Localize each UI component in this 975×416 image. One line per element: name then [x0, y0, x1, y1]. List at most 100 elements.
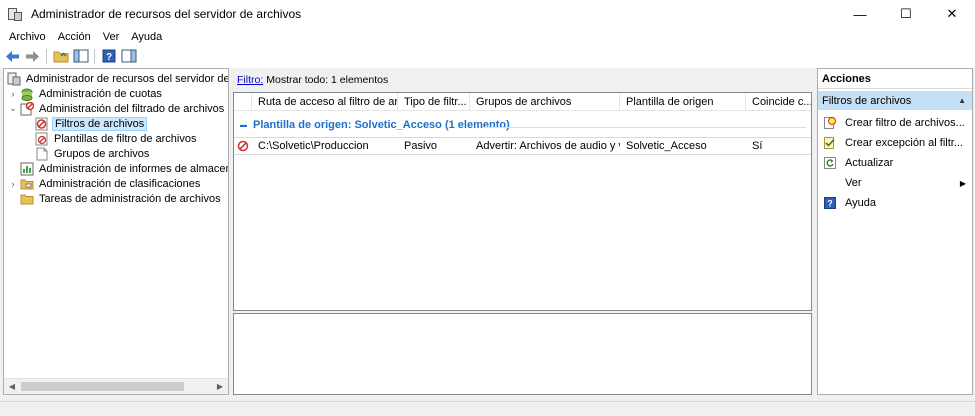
- menu-archivo[interactable]: Archivo: [3, 31, 52, 43]
- action-create-exception[interactable]: Crear excepción al filtr...: [818, 133, 972, 153]
- column-header-source-template[interactable]: Plantilla de origen: [620, 93, 746, 111]
- tree-item-file-screens[interactable]: Filtros de archivos: [33, 116, 148, 131]
- server-icon: [7, 72, 21, 86]
- action-help[interactable]: ? Ayuda: [818, 193, 972, 213]
- actions-title: Acciones: [818, 69, 972, 89]
- expand-chevron-icon[interactable]: ›: [8, 179, 18, 189]
- cell-source-template: Solvetic_Acceso: [626, 140, 707, 152]
- close-button[interactable]: ✕: [929, 0, 975, 28]
- tree-item-file-groups[interactable]: Grupos de archivos: [33, 146, 151, 161]
- tree-item-label: Administración de informes de almacenam: [39, 162, 229, 175]
- show-hide-action-pane-icon[interactable]: [120, 48, 137, 65]
- tree-item-label: Grupos de archivos: [54, 147, 150, 160]
- quota-icon: [20, 87, 34, 101]
- tree-item-label: Filtros de archivos: [52, 116, 148, 131]
- table-row[interactable]: C:\Solvetic\Produccion Pasivo Advertir: …: [234, 137, 811, 155]
- action-label: Ayuda: [845, 197, 876, 209]
- collapse-chevron-icon[interactable]: ⌄: [8, 103, 18, 114]
- group-divider: [484, 127, 806, 128]
- action-view[interactable]: Ver ▶: [818, 173, 972, 193]
- classification-icon: [20, 177, 34, 191]
- tree-item-quota[interactable]: › Administración de cuotas: [8, 86, 164, 101]
- tree-item-file-management-tasks[interactable]: Tareas de administración de archivos: [18, 191, 223, 206]
- minimize-button[interactable]: —: [837, 0, 883, 28]
- action-label: Crear excepción al filtr...: [845, 137, 963, 149]
- filter-bar: Filtro: Mostrar todo: 1 elementos: [232, 72, 388, 88]
- tree-item-file-screening[interactable]: ⌄ Administración del filtrado de archivo…: [8, 101, 226, 116]
- window-controls: — ☐ ✕: [837, 0, 975, 28]
- up-folder-icon[interactable]: [52, 48, 69, 65]
- scrollbar-thumb[interactable]: [21, 382, 184, 391]
- menu-accion[interactable]: Acción: [52, 31, 97, 43]
- filter-link[interactable]: Filtro:: [237, 74, 263, 86]
- create-exception-icon: [824, 137, 836, 149]
- column-headers: Ruta de acceso al filtro de ar... Tipo d…: [234, 93, 811, 111]
- tree-item-label: Administración de clasificaciones: [39, 177, 201, 190]
- scroll-left-icon[interactable]: ◀: [4, 379, 20, 394]
- filter-status: Mostrar todo: 1 elementos: [266, 74, 389, 86]
- svg-text:?: ?: [105, 52, 111, 63]
- window-title: Administrador de recursos del servidor d…: [31, 7, 302, 21]
- status-bar: [0, 401, 975, 416]
- group-collapse-icon[interactable]: ▬: [240, 122, 247, 129]
- action-label: Ver: [845, 177, 862, 189]
- cell-matches: Sí: [752, 140, 763, 152]
- scroll-right-icon[interactable]: ▶: [212, 379, 228, 394]
- group-header-label: Plantilla de origen: Solvetic_Acceso (1 …: [253, 119, 510, 131]
- show-hide-tree-icon[interactable]: [72, 48, 89, 65]
- tree-item-root[interactable]: Administrador de recursos del servidor d…: [5, 71, 229, 86]
- file-screens-icon: [35, 117, 49, 131]
- toolbar-separator: [46, 48, 47, 64]
- back-arrow-icon[interactable]: [4, 48, 21, 65]
- tree-item-screen-templates[interactable]: Plantillas de filtro de archivos: [33, 131, 198, 146]
- help-icon: ?: [824, 197, 836, 209]
- column-header-matches[interactable]: Coincide c...: [746, 93, 811, 111]
- action-refresh[interactable]: Actualizar: [818, 153, 972, 173]
- menu-bar: Archivo Acción Ver Ayuda: [0, 28, 975, 46]
- maximize-button[interactable]: ☐: [883, 0, 929, 28]
- actions-section-label: Filtros de archivos: [822, 94, 912, 107]
- svg-text:?: ?: [827, 199, 833, 209]
- folder-icon: [20, 192, 34, 206]
- tree-item-label: Administración de cuotas: [39, 87, 162, 100]
- expand-chevron-icon[interactable]: ›: [8, 89, 18, 99]
- cell-type: Pasivo: [404, 140, 438, 152]
- action-create-filter[interactable]: Crear filtro de archivos...: [818, 113, 972, 133]
- menu-ayuda[interactable]: Ayuda: [125, 31, 168, 43]
- view-spacer: [824, 177, 836, 189]
- cell-path: C:\Solvetic\Produccion: [258, 140, 369, 152]
- collapse-up-icon[interactable]: ▲: [958, 96, 966, 105]
- column-header-type[interactable]: Tipo de filtr...: [398, 93, 470, 111]
- tree-item-label: Tareas de administración de archivos: [39, 192, 221, 205]
- actions-pane: Acciones Filtros de archivos ▲ Crear fil…: [817, 68, 973, 395]
- group-header[interactable]: ▬ Plantilla de origen: Solvetic_Acceso (…: [240, 119, 510, 131]
- action-label: Actualizar: [845, 157, 894, 169]
- tree-item-label: Plantillas de filtro de archivos: [54, 132, 197, 145]
- column-header-path[interactable]: Ruta de acceso al filtro de ar...: [252, 93, 398, 111]
- help-icon[interactable]: ?: [100, 48, 117, 65]
- menu-ver[interactable]: Ver: [97, 31, 126, 43]
- title-bar: Administrador de recursos del servidor d…: [0, 0, 975, 28]
- file-screen-icon: [20, 101, 35, 116]
- refresh-icon: [824, 157, 836, 169]
- report-icon: [20, 162, 34, 176]
- results-pane: Filtro: Mostrar todo: 1 elementos Ruta d…: [232, 68, 813, 395]
- actions-section-header[interactable]: Filtros de archivos ▲: [818, 91, 972, 110]
- app-icon: [7, 6, 23, 22]
- tree-horizontal-scrollbar[interactable]: ◀ ▶: [4, 378, 228, 394]
- tree-item-classification[interactable]: › Administración de clasificaciones: [8, 176, 202, 191]
- column-header-icon: [234, 93, 252, 111]
- create-filter-icon: [824, 117, 836, 129]
- action-label: Crear filtro de archivos...: [845, 117, 965, 129]
- toolbar-separator: [94, 48, 95, 64]
- tree-item-storage-reports[interactable]: Administración de informes de almacenam: [18, 161, 229, 176]
- file-group-icon: [35, 147, 49, 161]
- navigation-tree: Administrador de recursos del servidor d…: [3, 68, 229, 395]
- tree-item-label: Administración del filtrado de archivos: [39, 102, 225, 115]
- tree-item-label: Administrador de recursos del servidor d…: [26, 72, 229, 85]
- template-icon: [35, 132, 49, 146]
- submenu-arrow-icon: ▶: [959, 178, 966, 188]
- column-header-file-groups[interactable]: Grupos de archivos: [470, 93, 620, 111]
- toolbar: ?: [0, 46, 975, 66]
- forward-arrow-icon[interactable]: [24, 48, 41, 65]
